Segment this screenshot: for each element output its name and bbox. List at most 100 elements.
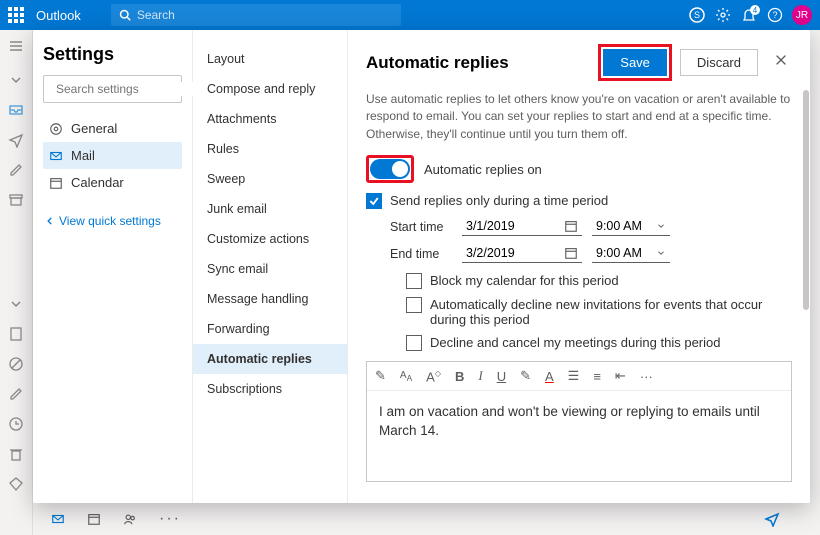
subnav-junk[interactable]: Junk email: [193, 194, 347, 224]
start-date-field[interactable]: 3/1/2019: [462, 217, 582, 236]
time-period-checkbox[interactable]: [366, 193, 382, 209]
app-launcher-icon[interactable]: [8, 7, 24, 23]
save-button[interactable]: Save: [603, 49, 667, 76]
settings-search-input[interactable]: [56, 82, 211, 96]
svg-text:S: S: [694, 10, 700, 20]
delete-icon[interactable]: [8, 446, 24, 462]
calendar-icon: [564, 246, 578, 260]
panel-description: Use automatic replies to let others know…: [366, 91, 792, 143]
end-time-field[interactable]: 9:00 AM: [592, 244, 670, 263]
subnav-automatic-replies[interactable]: Automatic replies: [193, 344, 347, 374]
module-switcher: ···: [33, 503, 181, 535]
chevron-down-icon: [656, 248, 666, 258]
end-date-field[interactable]: 3/2/2019: [462, 244, 582, 263]
subnav-layout[interactable]: Layout: [193, 44, 347, 74]
discard-button[interactable]: Discard: [680, 49, 758, 76]
start-time-field[interactable]: 9:00 AM: [592, 217, 670, 236]
settings-panel: Automatic replies Save Discard Use autom…: [348, 30, 810, 503]
subnav-rules[interactable]: Rules: [193, 134, 347, 164]
help-icon[interactable]: ?: [762, 7, 788, 23]
subnav-sweep[interactable]: Sweep: [193, 164, 347, 194]
settings-modal: Settings General Mail Calendar View quic…: [33, 30, 810, 503]
calendar-icon: [564, 219, 578, 233]
people-module-icon[interactable]: [123, 512, 137, 526]
send-icon[interactable]: [764, 511, 780, 527]
notification-badge: 4: [750, 5, 760, 15]
calendar-icon: [49, 176, 63, 190]
decline-new-checkbox[interactable]: [406, 297, 422, 313]
settings-title: Settings: [43, 44, 182, 65]
outdent-icon[interactable]: ⇤: [615, 368, 626, 384]
more-formatting-icon[interactable]: ···: [640, 369, 653, 384]
chevron-down-icon: [656, 221, 666, 231]
inbox-icon[interactable]: [8, 102, 24, 118]
italic-button[interactable]: I: [478, 368, 482, 384]
block-calendar-label: Block my calendar for this period: [430, 273, 619, 288]
notes-icon[interactable]: [8, 326, 24, 342]
gear-icon[interactable]: [710, 7, 736, 23]
settings-categories: Settings General Mail Calendar View quic…: [33, 30, 193, 503]
user-avatar[interactable]: JR: [792, 5, 812, 25]
settings-subnav: Layout Compose and reply Attachments Rul…: [193, 30, 348, 503]
reply-message-body[interactable]: I am on vacation and won't be viewing or…: [367, 391, 791, 481]
more-modules-icon[interactable]: ···: [159, 510, 181, 528]
chevron-down-icon[interactable]: [8, 296, 24, 312]
font-color-icon[interactable]: A: [545, 369, 554, 384]
global-search[interactable]: Search: [111, 4, 401, 26]
app-brand: Outlook: [36, 8, 81, 23]
svg-text:?: ?: [772, 10, 777, 20]
subnav-forwarding[interactable]: Forwarding: [193, 314, 347, 344]
decline-cancel-checkbox[interactable]: [406, 335, 422, 351]
close-button[interactable]: [770, 49, 792, 76]
font-size-large-icon[interactable]: A◇: [426, 369, 441, 384]
scrollbar-thumb[interactable]: [803, 90, 809, 310]
category-calendar[interactable]: Calendar: [43, 169, 182, 196]
toggle-label: Automatic replies on: [424, 162, 542, 177]
category-general[interactable]: General: [43, 115, 182, 142]
bold-button[interactable]: B: [455, 369, 464, 384]
drafts-icon[interactable]: [8, 162, 24, 178]
auto-replies-toggle[interactable]: [370, 159, 410, 179]
block-calendar-checkbox[interactable]: [406, 273, 422, 289]
skype-icon[interactable]: S: [684, 7, 710, 23]
search-placeholder: Search: [137, 8, 175, 22]
notifications-icon[interactable]: 4: [736, 7, 762, 23]
time-period-label: Send replies only during a time period: [390, 193, 608, 208]
edit-icon[interactable]: [8, 386, 24, 402]
decline-new-label: Automatically decline new invitations fo…: [430, 297, 792, 327]
number-list-icon[interactable]: ≡: [593, 369, 601, 384]
panel-title: Automatic replies: [366, 53, 598, 73]
diamond-icon[interactable]: [8, 476, 24, 492]
decline-cancel-label: Decline and cancel my meetings during th…: [430, 335, 721, 350]
subnav-attachments[interactable]: Attachments: [193, 104, 347, 134]
bullet-list-icon[interactable]: ☰: [568, 368, 580, 384]
settings-search[interactable]: [43, 75, 182, 103]
chevron-down-icon[interactable]: [8, 72, 24, 88]
subnav-compose[interactable]: Compose and reply: [193, 74, 347, 104]
mail-module-icon[interactable]: [51, 512, 65, 526]
block-icon[interactable]: [8, 356, 24, 372]
start-time-label: Start time: [390, 220, 452, 234]
history-icon[interactable]: [8, 416, 24, 432]
end-time-label: End time: [390, 247, 452, 261]
sent-icon[interactable]: [8, 132, 24, 148]
archive-icon[interactable]: [8, 192, 24, 208]
check-icon: [368, 195, 380, 207]
close-icon: [774, 53, 788, 67]
view-quick-settings-link[interactable]: View quick settings: [43, 210, 182, 232]
underline-button[interactable]: U: [497, 369, 506, 384]
font-size-small-icon[interactable]: AA: [400, 370, 412, 383]
left-rail: [0, 30, 33, 535]
editor-toolbar: ✎ AA A◇ B I U ✎ A ☰ ≡ ⇤ ···: [367, 362, 791, 391]
calendar-module-icon[interactable]: [87, 512, 101, 526]
toggle-highlight: [366, 155, 414, 183]
format-painter-icon[interactable]: ✎: [375, 368, 386, 384]
save-highlight: Save: [598, 44, 672, 81]
subnav-sync[interactable]: Sync email: [193, 254, 347, 284]
subnav-handling[interactable]: Message handling: [193, 284, 347, 314]
category-mail[interactable]: Mail: [43, 142, 182, 169]
subnav-customize[interactable]: Customize actions: [193, 224, 347, 254]
highlight-icon[interactable]: ✎: [520, 368, 531, 384]
hamburger-icon[interactable]: [8, 38, 24, 54]
subnav-subscriptions[interactable]: Subscriptions: [193, 374, 347, 404]
